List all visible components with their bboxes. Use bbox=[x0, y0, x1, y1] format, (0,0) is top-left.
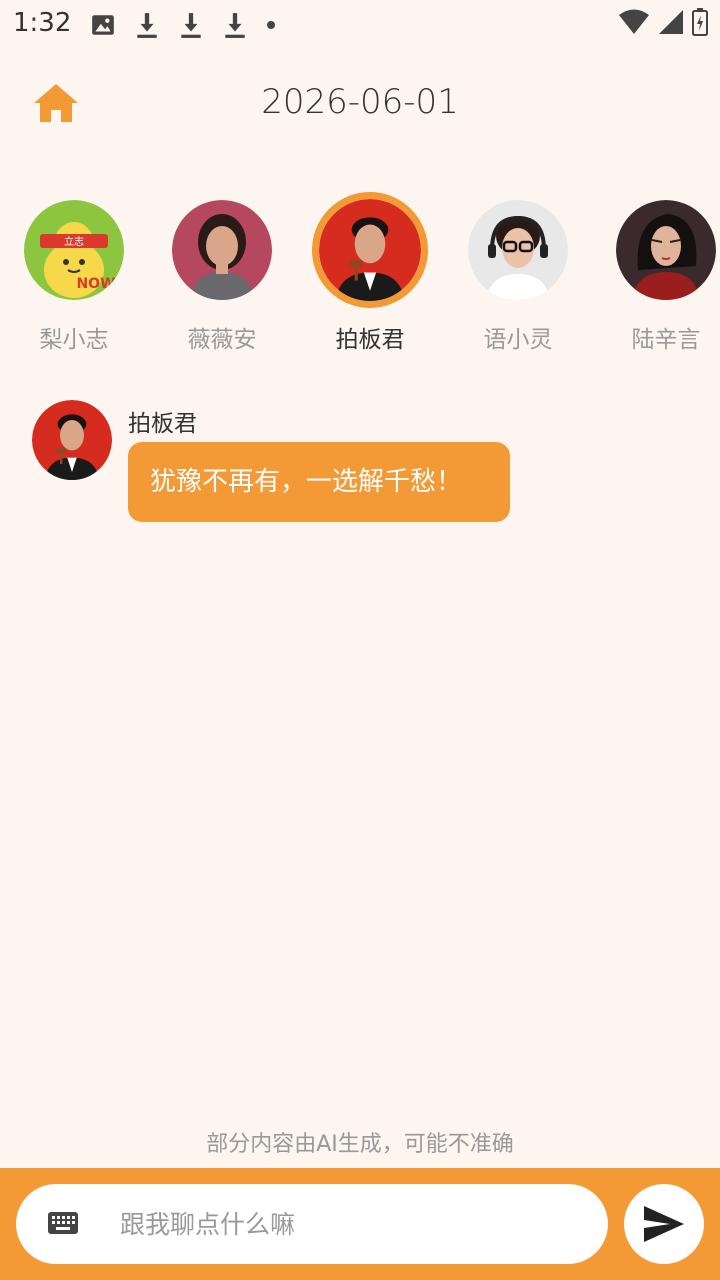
message-sender-name: 拍板君 bbox=[128, 411, 197, 437]
battery-icon bbox=[692, 8, 708, 36]
man-with-gavel-avatar bbox=[32, 400, 112, 480]
download-icon bbox=[137, 13, 157, 38]
page-title-date: 2026-06-01 bbox=[261, 82, 459, 122]
image-notification-icon bbox=[92, 15, 114, 35]
avatar bbox=[616, 200, 716, 300]
download-icon bbox=[181, 13, 201, 38]
status-bar: 1:32 bbox=[0, 0, 720, 50]
avatar bbox=[312, 192, 428, 308]
character-name: 陆辛言 bbox=[631, 327, 701, 353]
character-name: 梨小志 bbox=[39, 327, 109, 353]
mascot-badge-text: 立志 bbox=[64, 235, 84, 248]
system-icons bbox=[610, 8, 708, 36]
character-item-yuxiaoling[interactable]: 语小灵 bbox=[458, 190, 578, 354]
status-time: 1:32 bbox=[13, 8, 72, 38]
woman-portrait-avatar bbox=[172, 200, 272, 300]
more-notifications-dot-icon bbox=[267, 21, 275, 29]
character-name: 薇薇安 bbox=[187, 327, 257, 353]
mascot-now-text: NOW bbox=[76, 276, 115, 292]
ai-disclaimer: 部分内容由AI生成，可能不准确 bbox=[206, 1132, 514, 1157]
cell-signal-icon bbox=[659, 10, 683, 34]
message-sender-avatar[interactable] bbox=[32, 400, 112, 480]
avatar: 立志 NOW bbox=[24, 200, 124, 300]
character-item-li-xiaozhi[interactable]: 立志 NOW 梨小志 bbox=[14, 190, 134, 354]
character-item-weiweian[interactable]: 薇薇安 bbox=[162, 190, 282, 354]
character-selector: 立志 NOW 梨小志 薇薇安 拍板君 语小灵 陆辛言 bbox=[0, 190, 720, 360]
man-with-gavel-avatar bbox=[319, 199, 421, 301]
character-name: 拍板君 bbox=[335, 327, 405, 353]
avatar bbox=[172, 200, 272, 300]
notification-icons bbox=[90, 10, 294, 40]
character-item-paibanjun[interactable]: 拍板君 bbox=[310, 190, 430, 354]
pear-mascot-avatar: 立志 NOW bbox=[24, 200, 124, 300]
download-icon bbox=[225, 13, 245, 38]
keyboard-icon[interactable] bbox=[48, 1210, 78, 1236]
woman-headset-avatar bbox=[468, 200, 568, 300]
chat-input[interactable] bbox=[120, 1202, 590, 1246]
message-bubble: 犹豫不再有，一选解千愁！ bbox=[128, 442, 510, 522]
send-icon bbox=[644, 1206, 684, 1242]
input-container bbox=[16, 1184, 608, 1264]
warrior-woman-avatar bbox=[616, 200, 716, 300]
send-button[interactable] bbox=[624, 1184, 704, 1264]
wifi-icon bbox=[619, 9, 649, 34]
character-name: 语小灵 bbox=[483, 327, 553, 353]
input-bar bbox=[0, 1168, 720, 1280]
chat-screen: 1:32 2026-06-01 立志 NOW 梨小志 薇薇安 拍板君 语小灵 陆… bbox=[0, 0, 720, 1280]
character-item-luxinyan[interactable]: 陆辛言 bbox=[606, 190, 720, 354]
avatar bbox=[468, 200, 568, 300]
